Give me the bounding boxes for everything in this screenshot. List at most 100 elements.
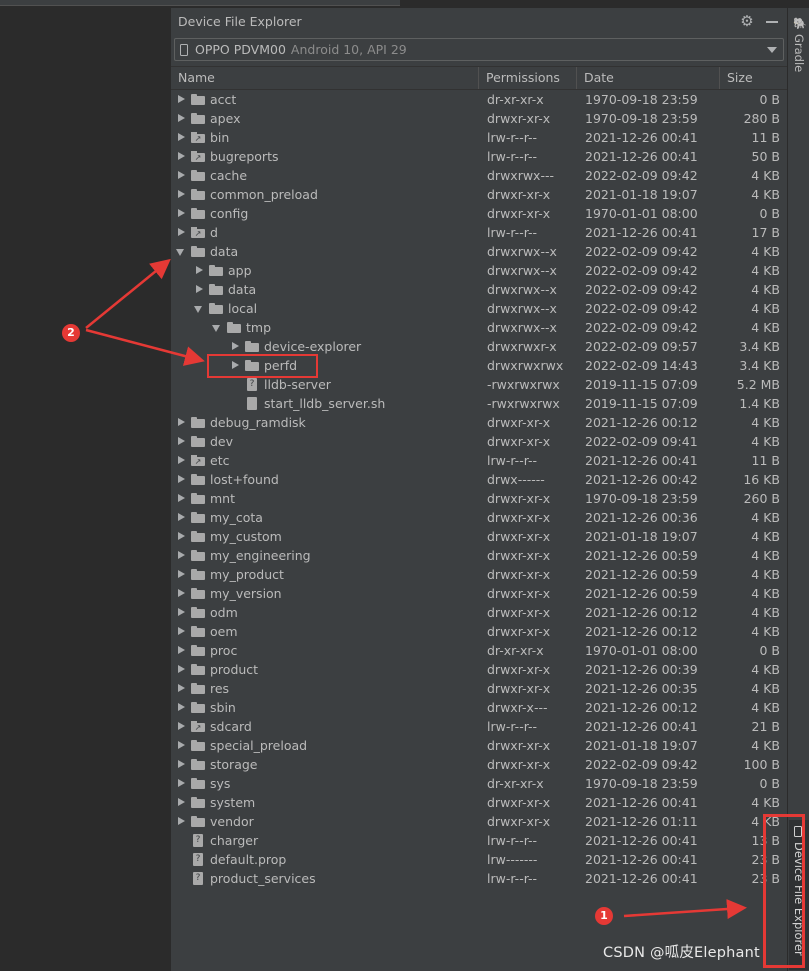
collapse-arrow-icon[interactable] xyxy=(175,603,187,622)
gear-icon[interactable]: ⚙ xyxy=(739,13,755,29)
tree-row[interactable]: product drwxr-xr-x 2021-12-26 00:39 4 KB xyxy=(171,660,788,679)
collapse-arrow-icon[interactable] xyxy=(175,546,187,565)
tree-row[interactable]: odm drwxr-xr-x 2021-12-26 00:12 4 KB xyxy=(171,603,788,622)
tree-row[interactable]: data drwxrwx--x 2022-02-09 09:42 4 KB xyxy=(171,242,788,261)
tree-row[interactable]: special_preload drwxr-xr-x 2021-01-18 19:0… xyxy=(171,736,788,755)
collapse-arrow-icon[interactable] xyxy=(175,451,187,470)
collapse-arrow-icon[interactable] xyxy=(175,204,187,223)
collapse-arrow-icon[interactable] xyxy=(175,793,187,812)
tree-row[interactable]: common_preload drwxr-xr-x 2021-01-18 19:07… xyxy=(171,185,788,204)
tree-row[interactable]: app drwxrwx--x 2022-02-09 09:42 4 KB xyxy=(171,261,788,280)
folder-link-icon xyxy=(190,717,206,736)
collapse-arrow-icon[interactable] xyxy=(175,185,187,204)
tree-row[interactable]: sbin drwxr-x--- 2021-12-26 00:12 4 KB xyxy=(171,698,788,717)
collapse-arrow-icon[interactable] xyxy=(175,755,187,774)
collapse-arrow-icon[interactable] xyxy=(175,147,187,166)
tree-row[interactable]: my_cota drwxr-xr-x 2021-12-26 00:36 4 KB xyxy=(171,508,788,527)
collapse-arrow-icon[interactable] xyxy=(175,128,187,147)
tree-row[interactable]: cache drwxrwx--- 2022-02-09 09:42 4 KB xyxy=(171,166,788,185)
column-header-row: Name Permissions Date Size xyxy=(171,66,788,90)
gradle-tab[interactable]: 🐘 Gradle xyxy=(792,16,807,78)
tree-row[interactable]: tmp drwxrwx--x 2022-02-09 09:42 4 KB xyxy=(171,318,788,337)
collapse-arrow-icon[interactable] xyxy=(175,223,187,242)
collapse-arrow-icon[interactable] xyxy=(175,660,187,679)
minimize-icon[interactable] xyxy=(765,13,779,29)
row-size: 4 KB xyxy=(751,662,780,677)
collapse-arrow-icon[interactable] xyxy=(175,109,187,128)
column-header-name[interactable]: Name xyxy=(171,67,479,89)
column-header-size[interactable]: Size xyxy=(720,67,788,89)
collapse-arrow-icon[interactable] xyxy=(175,527,187,546)
tree-row[interactable]: default.proplrw-------2021-12-26 00:4123… xyxy=(171,850,788,869)
folder-icon xyxy=(190,166,206,185)
tree-row[interactable]: sys dr-xr-xr-x 1970-09-18 23:59 0 B xyxy=(171,774,788,793)
collapse-arrow-icon[interactable] xyxy=(175,489,187,508)
tree-row[interactable]: my_engineering drwxr-xr-x 2021-12-26 00:59… xyxy=(171,546,788,565)
tree-row[interactable]: apex drwxr-xr-x 1970-09-18 23:59 280 B xyxy=(171,109,788,128)
column-header-permissions[interactable]: Permissions xyxy=(479,67,577,89)
tree-row[interactable]: system drwxr-xr-x 2021-12-26 00:41 4 KB xyxy=(171,793,788,812)
tree-row[interactable]: bin lrw-r--r-- 2021-12-26 00:41 11 B xyxy=(171,128,788,147)
row-size: 4 KB xyxy=(751,624,780,639)
row-name: my_custom xyxy=(210,529,282,544)
tree-row[interactable]: lost+found drwx------ 2021-12-26 00:42 16 K… xyxy=(171,470,788,489)
row-size: 4 KB xyxy=(751,529,780,544)
collapse-arrow-icon[interactable] xyxy=(175,774,187,793)
row-name: acct xyxy=(210,92,237,107)
tree-row[interactable]: acct dr-xr-xr-x 1970-09-18 23:59 0 B xyxy=(171,90,788,109)
expand-arrow-icon[interactable] xyxy=(211,318,223,337)
collapse-arrow-icon[interactable] xyxy=(175,812,187,831)
expand-arrow-icon[interactable] xyxy=(175,242,187,261)
tree-row[interactable]: chargerlrw-r--r--2021-12-26 00:4113 B xyxy=(171,831,788,850)
folder-icon xyxy=(190,812,206,831)
tree-row[interactable]: mnt drwxr-xr-x 1970-09-18 23:59 260 B xyxy=(171,489,788,508)
collapse-arrow-icon[interactable] xyxy=(175,565,187,584)
tree-row[interactable]: storage drwxr-xr-x 2022-02-09 09:42 100 B xyxy=(171,755,788,774)
collapse-arrow-icon[interactable] xyxy=(175,736,187,755)
tree-row[interactable]: bugreports lrw-r--r-- 2021-12-26 00:41 50 B xyxy=(171,147,788,166)
tree-row[interactable]: proc dr-xr-xr-x 1970-01-01 08:00 0 B xyxy=(171,641,788,660)
tree-row[interactable]: etc lrw-r--r-- 2021-12-26 00:41 11 B xyxy=(171,451,788,470)
collapse-arrow-icon[interactable] xyxy=(175,717,187,736)
tree-row[interactable]: my_custom drwxr-xr-x 2021-01-18 19:07 4 KB xyxy=(171,527,788,546)
collapse-arrow-icon[interactable] xyxy=(175,470,187,489)
tree-row[interactable]: my_version drwxr-xr-x 2021-12-26 00:59 4 KB xyxy=(171,584,788,603)
collapse-arrow-icon[interactable] xyxy=(175,508,187,527)
editor-area xyxy=(0,0,170,971)
device-selector[interactable]: OPPO PDVM00 Android 10, API 29 xyxy=(174,38,784,61)
column-header-date[interactable]: Date xyxy=(577,67,720,89)
tree-row[interactable]: vendor drwxr-xr-x 2021-12-26 01:11 4 KB xyxy=(171,812,788,831)
collapse-arrow-icon[interactable] xyxy=(175,622,187,641)
row-permissions: drwxrwx--x xyxy=(487,282,557,297)
tree-row[interactable]: d lrw-r--r-- 2021-12-26 00:41 17 B xyxy=(171,223,788,242)
tree-row[interactable]: dev drwxr-xr-x 2022-02-09 09:41 4 KB xyxy=(171,432,788,451)
row-name: sbin xyxy=(210,700,236,715)
collapse-arrow-icon[interactable] xyxy=(193,261,205,280)
row-name: data xyxy=(228,282,257,297)
tree-row[interactable]: product_services lrw-r--r-- 2021-12-26 00:… xyxy=(171,869,788,888)
tree-row[interactable]: config drwxr-xr-x 1970-01-01 08:00 0 B xyxy=(171,204,788,223)
tree-row[interactable]: start_lldb_server.sh -rwxrwxrwx 2019-11-15… xyxy=(171,394,788,413)
tree-row[interactable]: res drwxr-xr-x 2021-12-26 00:35 4 KB xyxy=(171,679,788,698)
collapse-arrow-icon[interactable] xyxy=(175,698,187,717)
tree-row[interactable]: my_product drwxr-xr-x 2021-12-26 00:59 4 KB xyxy=(171,565,788,584)
collapse-arrow-icon[interactable] xyxy=(175,584,187,603)
collapse-arrow-icon[interactable] xyxy=(175,641,187,660)
tree-row[interactable]: sdcard lrw-r--r-- 2021-12-26 00:41 21 B xyxy=(171,717,788,736)
tree-row[interactable]: data drwxrwx--x 2022-02-09 09:42 4 KB xyxy=(171,280,788,299)
collapse-arrow-icon[interactable] xyxy=(193,280,205,299)
row-date: 2021-12-26 00:41 xyxy=(585,130,698,145)
collapse-arrow-icon[interactable] xyxy=(175,90,187,109)
row-name-cell: start_lldb_server.sh xyxy=(229,394,385,413)
collapse-arrow-icon[interactable] xyxy=(175,679,187,698)
collapse-arrow-icon[interactable] xyxy=(175,166,187,185)
tree-row[interactable]: debug_ramdisk drwxr-xr-x 2021-12-26 00:12 4… xyxy=(171,413,788,432)
tree-row[interactable]: local drwxrwx--x 2022-02-09 09:42 4 KB xyxy=(171,299,788,318)
tree-row[interactable]: oem drwxr-xr-x 2021-12-26 00:12 4 KB xyxy=(171,622,788,641)
expand-arrow-icon[interactable] xyxy=(193,299,205,318)
folder-icon xyxy=(226,318,242,337)
collapse-arrow-icon[interactable] xyxy=(175,432,187,451)
collapse-arrow-icon[interactable] xyxy=(175,413,187,432)
folder-icon xyxy=(208,261,224,280)
folder-icon xyxy=(190,622,206,641)
